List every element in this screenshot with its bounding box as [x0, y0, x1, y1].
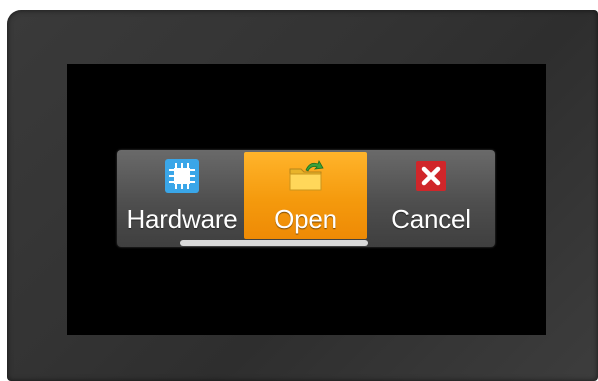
menu-item-label: Open — [274, 204, 337, 234]
menu-item-cancel[interactable]: Cancel — [369, 152, 493, 239]
menu-item-open[interactable]: Open — [244, 152, 367, 239]
device-screen: Hardware Open Cancel — [67, 64, 546, 335]
context-menu: Hardware Open Cancel — [117, 150, 495, 247]
scroll-indicator[interactable] — [180, 240, 368, 246]
menu-item-label: Hardware — [126, 204, 238, 234]
menu-item-hardware[interactable]: Hardware — [120, 152, 244, 239]
menu-item-label: Cancel — [391, 204, 471, 234]
close-icon — [416, 161, 446, 191]
chip-icon — [165, 159, 199, 193]
folder-open-icon — [289, 160, 324, 191]
